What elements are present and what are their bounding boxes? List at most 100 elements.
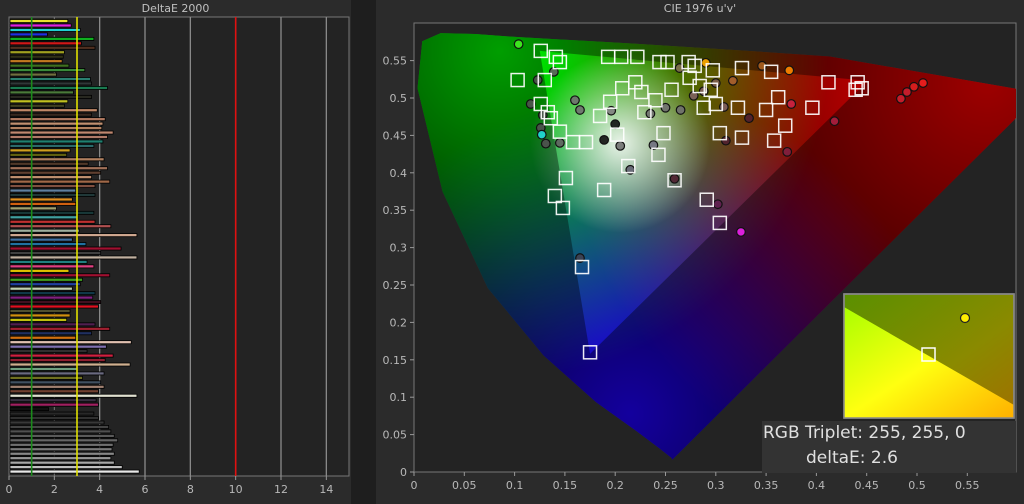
deltae-bar — [9, 36, 95, 41]
deltae-bar — [9, 201, 77, 206]
deltae-bar — [9, 344, 107, 349]
x-tick-label: 0.3 — [707, 479, 725, 492]
deltae-bar — [9, 317, 68, 322]
deltae-bar — [9, 411, 95, 416]
delta-e-label: deltaE: 2.6 — [806, 448, 898, 468]
deltae-bar — [9, 456, 112, 461]
deltae-bar — [9, 331, 92, 336]
x-tick-label: 2 — [51, 483, 58, 496]
x-tick-label: 14 — [319, 483, 333, 496]
deltae-bar — [9, 398, 97, 403]
y-tick-label: 0.05 — [383, 429, 408, 442]
deltae-bar — [9, 380, 102, 385]
measured-point — [786, 99, 797, 109]
deltae-bar — [9, 326, 111, 331]
y-tick-label: 0.2 — [390, 316, 408, 329]
deltae-bar — [9, 255, 138, 260]
y-tick-label: 0.5 — [390, 92, 408, 105]
measured-point — [712, 199, 723, 210]
deltae-bar — [9, 420, 105, 425]
deltae-bar — [9, 188, 77, 193]
deltae-bar — [9, 246, 122, 251]
deltae-bar — [9, 193, 96, 197]
measured-point — [540, 138, 551, 149]
deltae-bar — [9, 469, 140, 474]
deltae-bar — [9, 367, 78, 371]
measured-point — [909, 81, 919, 92]
deltae-bar — [9, 54, 64, 59]
deltae-bar — [9, 23, 72, 28]
deltae-bar — [9, 300, 102, 304]
inset-measured-marker — [959, 312, 971, 324]
measured-point — [782, 146, 793, 157]
deltae-bar — [9, 63, 70, 68]
deltae-bar — [9, 291, 96, 296]
deltae-bar — [9, 242, 87, 246]
zoom-inset — [843, 293, 1015, 419]
measured-point — [675, 105, 686, 115]
y-tick-label: 0.55 — [383, 55, 408, 68]
deltae-bar — [9, 152, 68, 157]
deltae-bar — [9, 309, 71, 313]
deltae-bar — [9, 362, 131, 367]
x-tick-label: 0.55 — [955, 479, 980, 492]
deltae-bar — [9, 384, 105, 389]
measured-point — [570, 95, 580, 106]
deltae-bar — [9, 206, 57, 211]
deltae-bar — [9, 179, 111, 184]
deltae-bar — [9, 148, 71, 153]
deltae-bar — [9, 99, 69, 104]
deltae-bar — [9, 295, 94, 300]
deltae-bar — [9, 215, 79, 220]
deltae-bar — [9, 94, 92, 99]
y-tick-label: 0.25 — [383, 279, 408, 292]
deltae-bar — [9, 358, 106, 362]
deltae-bar — [9, 349, 88, 354]
deltae-bar — [9, 460, 115, 465]
deltae-panel: DeltaE 2000 0 2 4 6 8 10 12 14 — [0, 0, 351, 504]
deltae-bar — [9, 237, 73, 242]
x-tick-label: 0.35 — [754, 479, 779, 492]
deltae-bar — [9, 210, 95, 215]
x-tick-label: 6 — [142, 483, 149, 496]
deltae-bar — [9, 393, 138, 398]
x-tick-label: 0 — [411, 479, 418, 492]
deltae-bar — [9, 451, 115, 456]
measured-point — [829, 116, 840, 127]
deltae-bar — [9, 442, 114, 447]
deltae-bar — [9, 50, 65, 55]
deltae-bar — [9, 32, 48, 37]
x-tick-label: 0.1 — [506, 479, 523, 492]
deltae-bar — [9, 139, 104, 144]
deltae-bar — [9, 28, 81, 32]
x-tick-label: 0 — [6, 483, 13, 496]
deltae-bar — [9, 465, 123, 470]
deltae-bar — [9, 170, 102, 175]
deltae-bar — [9, 304, 99, 309]
deltae-bar — [9, 77, 91, 81]
x-tick-label: 0.2 — [606, 479, 624, 492]
deltae-bar — [9, 19, 69, 23]
deltae-bar — [9, 157, 105, 162]
measured-point — [744, 113, 754, 124]
deltae-bar — [9, 144, 95, 148]
measured-point — [918, 78, 928, 88]
inset-readout: RGB Triplet: 255, 255, 0 deltaE: 2.6 — [762, 421, 1016, 473]
x-tick-label: 0.5 — [908, 479, 926, 492]
y-tick-label: 0.1 — [390, 391, 408, 404]
deltae-bar — [9, 433, 115, 438]
measured-point — [784, 65, 795, 76]
deltae-bar — [9, 340, 132, 345]
x-tick-label: 0.05 — [452, 479, 477, 492]
x-tick-label: 0.25 — [653, 479, 678, 492]
deltae-bar — [9, 117, 106, 122]
deltae-bar — [9, 268, 70, 273]
deltae-bar — [9, 447, 113, 452]
deltae-bar — [9, 81, 92, 86]
measured-point — [728, 75, 738, 86]
deltae-bar — [9, 282, 81, 287]
deltae-bar — [9, 197, 73, 202]
deltae-bar — [9, 72, 57, 77]
deltae-bar-chart: 0 2 4 6 8 10 12 14 — [6, 16, 350, 496]
deltae-bar — [9, 416, 99, 420]
